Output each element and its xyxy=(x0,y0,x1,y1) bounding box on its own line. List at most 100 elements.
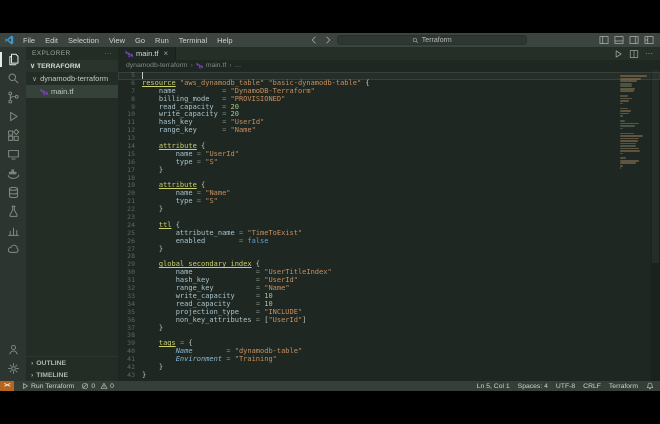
titlebar: File Edit Selection View Go Run Terminal… xyxy=(0,33,660,47)
terraform-file-icon xyxy=(40,88,48,96)
tree-item-file[interactable]: main.tf xyxy=(26,85,118,98)
chevron-down-icon: ∨ xyxy=(30,62,35,70)
menu-terminal[interactable]: Terminal xyxy=(175,36,211,45)
screen: File Edit Selection View Go Run Terminal… xyxy=(0,0,660,424)
menu-file[interactable]: File xyxy=(19,36,39,45)
run-file-icon[interactable] xyxy=(613,49,623,59)
docker-icon[interactable] xyxy=(0,164,26,183)
workspace-section-header[interactable]: ∨ TERRAFORM xyxy=(26,60,118,72)
toggle-panel-icon[interactable] xyxy=(614,35,624,45)
code-line[interactable]: 37 } xyxy=(118,325,660,333)
nav-back-icon[interactable] xyxy=(309,35,319,45)
testing-beaker-icon[interactable] xyxy=(0,202,26,221)
outline-section[interactable]: › OUTLINE xyxy=(26,357,118,369)
split-editor-icon[interactable] xyxy=(629,49,639,59)
menu-view[interactable]: View xyxy=(105,36,129,45)
chevron-right-icon: › xyxy=(31,360,33,367)
editor-actions: ··· xyxy=(613,47,660,60)
menu-go[interactable]: Go xyxy=(131,36,149,45)
run-and-debug-icon[interactable] xyxy=(0,107,26,126)
breadcrumb-symbol[interactable]: … xyxy=(235,62,242,69)
search-icon[interactable] xyxy=(0,69,26,88)
toggle-secondary-sidebar-icon[interactable] xyxy=(629,35,639,45)
minimap-line xyxy=(620,108,628,110)
sidebar-title: EXPLORER xyxy=(32,50,71,57)
source-control-icon[interactable] xyxy=(0,88,26,107)
problems-indicator[interactable]: 0 0 xyxy=(81,382,114,390)
aws-cloud-icon[interactable] xyxy=(0,240,26,259)
eol-indicator[interactable]: CRLF xyxy=(583,383,601,390)
minimap[interactable] xyxy=(620,73,650,170)
code-line[interactable]: 17 } xyxy=(118,167,660,175)
command-center[interactable]: Terraform xyxy=(337,35,527,45)
sidebar-more-actions-icon[interactable]: ··· xyxy=(104,50,112,57)
chart-icon[interactable] xyxy=(0,221,26,240)
editor-scrollbar[interactable] xyxy=(651,70,660,381)
code-area[interactable]: 56resource "aws_dynamodb_table" "basic-d… xyxy=(118,70,660,380)
code-line[interactable]: 42 } xyxy=(118,364,660,372)
code-line[interactable]: 12 range_key = "Name" xyxy=(118,127,660,135)
code-line[interactable]: 22 } xyxy=(118,206,660,214)
menu-run[interactable]: Run xyxy=(151,36,173,45)
toggle-sidebar-icon[interactable] xyxy=(599,35,609,45)
code-line[interactable]: 23 xyxy=(118,214,660,222)
minimap-line xyxy=(620,103,623,105)
code-line[interactable]: 36 non_key_attributes = ["UserId"] xyxy=(118,317,660,325)
code-line[interactable]: 38 xyxy=(118,332,660,340)
code-line[interactable]: 16 type = "S" xyxy=(118,159,660,167)
tab-main-tf[interactable]: main.tf × xyxy=(118,47,176,60)
database-icon[interactable] xyxy=(0,183,26,202)
remote-explorer-icon[interactable] xyxy=(0,145,26,164)
indentation-indicator[interactable]: Spaces: 4 xyxy=(518,383,548,390)
vscode-window: File Edit Selection View Go Run Terminal… xyxy=(0,33,660,391)
code-editor[interactable]: 56resource "aws_dynamodb_table" "basic-d… xyxy=(118,70,660,381)
code-line[interactable]: 26 enabled = false xyxy=(118,238,660,246)
code-line[interactable]: 41 Environment = "Training" xyxy=(118,356,660,364)
minimap-line xyxy=(620,120,625,122)
minimap-line xyxy=(620,150,640,152)
extensions-icon[interactable] xyxy=(0,126,26,145)
accounts-icon[interactable] xyxy=(0,340,26,359)
code-line[interactable]: 21 type = "S" xyxy=(118,198,660,206)
chevron-right-icon: › xyxy=(191,62,193,69)
minimap-line xyxy=(620,125,635,127)
tree-item-folder[interactable]: ∨ dynamodb-terraform xyxy=(26,72,118,85)
explorer-sidebar: EXPLORER ··· ∨ TERRAFORM ∨ dynamodb-terr… xyxy=(26,47,118,381)
minimap-line xyxy=(620,98,632,100)
file-tree: ∨ dynamodb-terraform main.tf xyxy=(26,72,118,356)
minimap-line xyxy=(620,110,631,112)
breadcrumb-folder[interactable]: dynamodb-terraform xyxy=(126,62,188,69)
minimap-line xyxy=(620,148,639,150)
more-actions-icon[interactable]: ··· xyxy=(645,49,653,58)
status-bar: >< Run Terraform 0 0 Ln 5, Col 1 Spaces:… xyxy=(0,381,660,391)
minimap-line xyxy=(620,140,638,142)
encoding-indicator[interactable]: UTF-8 xyxy=(556,383,575,390)
menu-edit[interactable]: Edit xyxy=(41,36,62,45)
main-area: EXPLORER ··· ∨ TERRAFORM ∨ dynamodb-terr… xyxy=(0,47,660,381)
minimap-line xyxy=(620,135,643,137)
error-icon xyxy=(81,382,89,390)
menu-help[interactable]: Help xyxy=(213,36,236,45)
minimap-line xyxy=(620,123,639,125)
code-line[interactable]: 27 } xyxy=(118,246,660,254)
breadcrumb-file[interactable]: main.tf xyxy=(206,62,226,69)
cursor-position[interactable]: Ln 5, Col 1 xyxy=(477,383,510,390)
close-tab-icon[interactable]: × xyxy=(164,49,169,58)
timeline-section[interactable]: › TIMELINE xyxy=(26,369,118,381)
settings-gear-icon[interactable] xyxy=(0,359,26,378)
language-mode[interactable]: Terraform xyxy=(609,383,638,390)
warning-count: 0 xyxy=(110,383,114,390)
run-terraform-button[interactable]: Run Terraform xyxy=(21,382,74,390)
code-line[interactable]: 43} xyxy=(118,372,660,380)
minimap-line xyxy=(620,153,623,155)
explorer-icon[interactable] xyxy=(0,50,26,69)
menu-selection[interactable]: Selection xyxy=(64,36,103,45)
customize-layout-icon[interactable] xyxy=(644,35,654,45)
notifications-bell-icon[interactable] xyxy=(646,382,654,390)
terraform-file-icon xyxy=(125,50,133,58)
tab-label: main.tf xyxy=(136,49,159,58)
sidebar-header: EXPLORER ··· xyxy=(26,47,118,60)
remote-indicator[interactable]: >< xyxy=(0,381,14,391)
scrollbar-thumb[interactable] xyxy=(652,70,659,263)
nav-forward-icon[interactable] xyxy=(323,35,333,45)
